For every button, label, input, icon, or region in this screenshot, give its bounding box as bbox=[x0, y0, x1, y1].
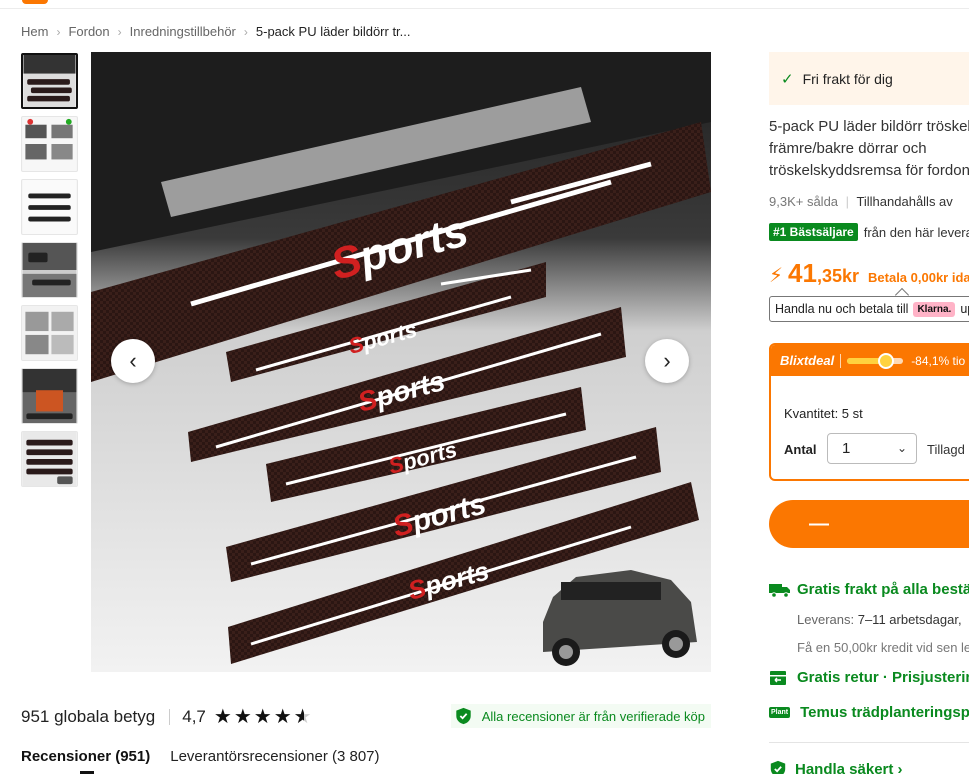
bestseller-badge: #1 Bästsäljare bbox=[769, 223, 858, 241]
divider bbox=[840, 353, 842, 368]
breadcrumb-fordon[interactable]: Fordon bbox=[68, 24, 109, 39]
gallery-next-button[interactable]: › bbox=[645, 339, 689, 383]
return-box-icon bbox=[770, 670, 786, 685]
free-return-row[interactable]: Gratis retur · Prisjustering bbox=[769, 669, 969, 686]
breadcrumb-home[interactable]: Hem bbox=[21, 24, 48, 39]
global-ratings-count: 951 globala betyg bbox=[21, 707, 156, 726]
breadcrumb-inredning[interactable]: Inredningstillbehör bbox=[130, 24, 236, 39]
truck-icon bbox=[769, 583, 790, 598]
star-rating: ★ ★ ★ ★ ★ bbox=[214, 707, 312, 727]
klarna-text: Handla nu och betala till bbox=[775, 302, 909, 316]
price-row: ⚡ 41 ,35kr Betala 0,00kr idag bbox=[769, 258, 969, 289]
rating-summary: 951 globala betyg 4,7 ★ ★ ★ ★ ★ Alla rec… bbox=[21, 704, 711, 730]
quantity-value: 1 bbox=[842, 440, 851, 457]
shipping-row[interactable]: Gratis frakt på alla beställningar bbox=[769, 581, 969, 598]
divider bbox=[169, 709, 171, 725]
gallery-prev-button[interactable]: ‹ bbox=[111, 339, 155, 383]
thumbnail[interactable] bbox=[21, 368, 78, 424]
star-icon: ★ bbox=[213, 706, 232, 728]
review-tabs: Recensioner (951) Leverantörsrecensioner… bbox=[21, 748, 380, 765]
add-to-cart-button[interactable]: — bbox=[769, 500, 969, 548]
free-return-text: Gratis retur · Prisjustering bbox=[797, 669, 969, 686]
lightning-icon: ⚡ bbox=[769, 265, 784, 287]
deal-progress-knob bbox=[878, 352, 895, 369]
star-icon: ★ bbox=[253, 706, 272, 728]
rating-score: 4,7 bbox=[182, 707, 206, 726]
thumbnail[interactable] bbox=[21, 305, 78, 361]
breadcrumb: Hem › Fordon › Inredningstillbehör › 5-p… bbox=[21, 24, 411, 39]
free-shipping-banner: ✓ Fri frakt för dig bbox=[769, 52, 969, 105]
thumbnail[interactable] bbox=[21, 431, 78, 487]
cart-button-label: — bbox=[809, 512, 829, 535]
klarna-logo: Klarna. bbox=[913, 301, 956, 317]
shipping-title: Gratis frakt på alla beställningar bbox=[797, 581, 969, 598]
thumbnail[interactable] bbox=[21, 116, 78, 172]
provided-by[interactable]: Tillhandahålls av bbox=[856, 194, 952, 209]
chevron-right-icon: › bbox=[243, 24, 248, 39]
pay-today-text: Betala 0,00kr idag bbox=[868, 270, 969, 285]
star-half-icon: ★ bbox=[293, 706, 312, 728]
thumbnail-list bbox=[21, 53, 79, 494]
product-title: 5-pack PU läder bildörr tröskel för främ… bbox=[769, 118, 969, 179]
thumbnail[interactable] bbox=[21, 53, 78, 109]
quantity-label: Kvantitet: 5 st bbox=[784, 406, 863, 421]
klarna-suffix: upp bbox=[960, 302, 969, 316]
shop-secure-text: Handla säkert › bbox=[795, 760, 903, 774]
product-meta: 9,3K+ sålda | Tillhandahålls av bbox=[769, 194, 953, 209]
breadcrumb-current: 5-pack PU läder bildörr tr... bbox=[255, 24, 411, 39]
plant-badge: Plant bbox=[769, 707, 791, 718]
star-icon: ★ bbox=[233, 706, 252, 728]
shop-secure-row[interactable]: Handla säkert › bbox=[769, 760, 903, 774]
quantity-select[interactable]: 1 ⌄ bbox=[827, 433, 917, 464]
verified-badge: Alla recensioner är från verifierade köp bbox=[450, 704, 711, 728]
tree-planting-row[interactable]: Plant Temus trädplanteringsprogram bbox=[769, 704, 969, 721]
bestseller-row: #1 Bästsäljare från den här leverantör bbox=[769, 223, 969, 241]
main-product-image[interactable]: Sports Sports Sports Sports Sports Sport… bbox=[91, 52, 711, 672]
klarna-info[interactable]: Handla nu och betala till Klarna. upp bbox=[769, 296, 969, 322]
shield-check-icon bbox=[770, 760, 786, 774]
thumbnail[interactable] bbox=[21, 179, 78, 235]
deal-discount: -84,1% tio bbox=[911, 353, 966, 368]
star-icon: ★ bbox=[273, 706, 292, 728]
tab-reviews[interactable]: Recensioner (951) bbox=[21, 748, 150, 765]
flash-deal-name: Blixtdeal bbox=[780, 353, 835, 368]
sold-count: 9,3K+ sålda bbox=[769, 194, 839, 209]
shield-check-icon bbox=[456, 707, 471, 725]
flash-deal-header: Blixtdeal -84,1% tio bbox=[771, 345, 969, 376]
chevron-down-icon: ⌄ bbox=[896, 441, 907, 455]
divider bbox=[769, 742, 969, 743]
bestseller-text: från den här leverantör bbox=[863, 224, 969, 240]
logo[interactable] bbox=[22, 0, 48, 4]
price-main: 41 bbox=[788, 258, 817, 288]
delivery-estimate: Leverans: 7–11 arbetsdagar, bbox=[797, 612, 962, 627]
antal-label: Antal bbox=[784, 442, 817, 457]
delivery-value: 7–11 arbetsdagar, bbox=[857, 612, 962, 627]
free-shipping-text: Fri frakt för dig bbox=[802, 70, 893, 87]
delivery-label: Leverans: bbox=[797, 612, 855, 627]
door-sill-sticker-photo: Sports Sports Sports Sports Sports Sport… bbox=[91, 52, 711, 672]
check-icon: ✓ bbox=[781, 70, 794, 88]
chevron-right-icon: › bbox=[56, 24, 61, 39]
late-delivery-credit: Få en 50,00kr kredit vid sen leverans bbox=[797, 640, 969, 655]
chevron-left-icon: ‹ bbox=[129, 348, 137, 373]
verified-text: Alla recensioner är från verifierade köp bbox=[481, 708, 705, 724]
thumbnail[interactable] bbox=[21, 242, 78, 298]
purchase-panel: ✓ Fri frakt för dig 5-pack PU läder bild… bbox=[769, 0, 969, 774]
price-cents: ,35kr bbox=[816, 266, 860, 286]
tab-supplier-reviews[interactable]: Leverantörsrecensioner (3 807) bbox=[170, 748, 379, 765]
tree-planting-text: Temus trädplanteringsprogram bbox=[800, 704, 969, 721]
deal-progress-bar bbox=[847, 352, 904, 369]
divider: | bbox=[845, 194, 850, 209]
chevron-right-icon: › bbox=[663, 348, 671, 373]
availability-text: Tillagd bbox=[927, 442, 965, 457]
flash-deal-box: Blixtdeal -84,1% tio Kvantitet: 5 st Ant… bbox=[769, 343, 969, 481]
chevron-right-icon: › bbox=[117, 24, 122, 39]
